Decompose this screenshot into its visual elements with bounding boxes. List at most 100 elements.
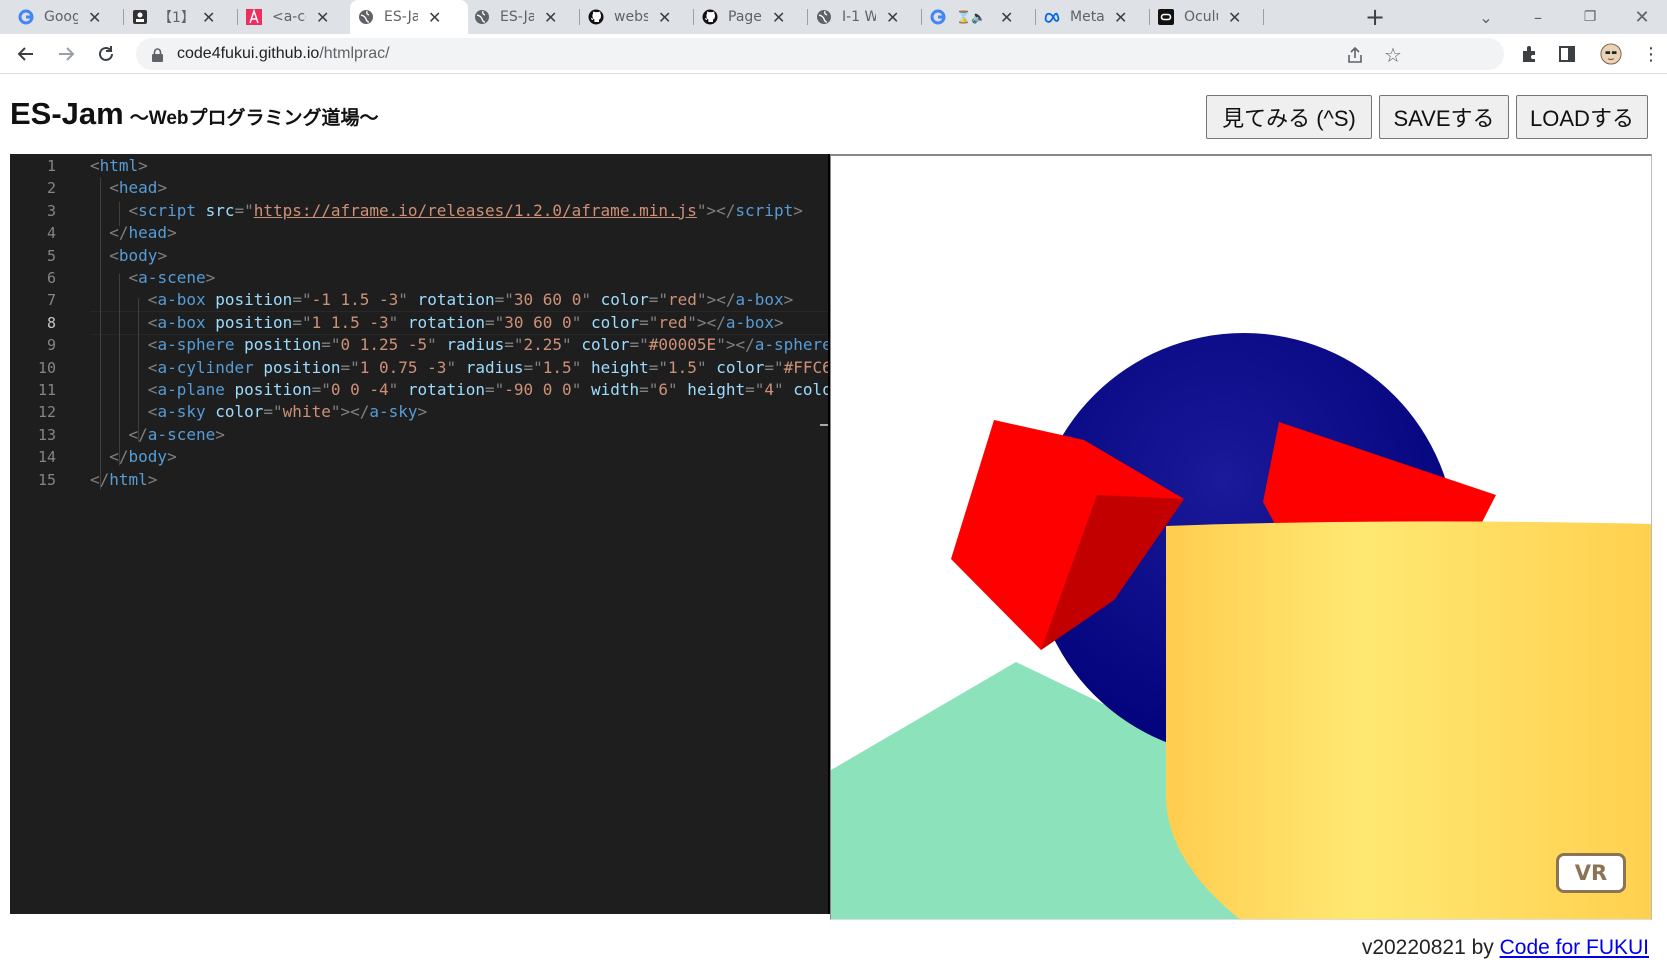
- close-tab-icon[interactable]: ✕: [886, 8, 899, 27]
- vr-scene-canvas[interactable]: [831, 156, 1652, 920]
- back-icon[interactable]: [12, 40, 40, 68]
- code-token: a-sphere: [157, 335, 235, 355]
- code-line[interactable]: </html>: [90, 468, 157, 492]
- code-token: 2.25: [523, 335, 563, 355]
- code-line[interactable]: <head>: [90, 176, 167, 200]
- close-tab-icon[interactable]: ✕: [544, 8, 557, 27]
- code-token: 4: [764, 380, 775, 399]
- code-token: ": [668, 380, 678, 399]
- line-number-gutter: 1 2 3 4 5 6 7 8 9 10 11 12 13 14 15: [10, 154, 70, 914]
- side-panel-icon[interactable]: [1556, 43, 1578, 65]
- browser-tab[interactable]: Pages ✕: [694, 0, 808, 34]
- code-token: html: [109, 469, 148, 489]
- close-tab-icon[interactable]: ✕: [1000, 8, 1013, 27]
- save-button[interactable]: SAVEする: [1379, 95, 1509, 139]
- code-token: -1 1.5 -3: [311, 290, 399, 310]
- code-token: ": [581, 290, 591, 310]
- lock-icon[interactable]: [152, 47, 163, 66]
- code-line[interactable]: <a-cylinder position="1 0.75 -3" radius=…: [90, 356, 830, 380]
- code-line[interactable]: <a-sky color="white"></a-sky>: [90, 400, 427, 424]
- code-token: =": [340, 357, 360, 377]
- line-number: 4: [46, 224, 56, 243]
- code-token: a-cylinder: [157, 357, 254, 377]
- reload-icon[interactable]: [92, 40, 120, 68]
- url-text[interactable]: code4fukui.github.io/htmlprac/: [177, 45, 390, 63]
- code-token: 30 60 0: [513, 290, 582, 310]
- browser-tab[interactable]: ES-Jar ✕: [350, 0, 468, 34]
- code-token: <: [90, 380, 158, 399]
- footer-version: v20220821 by: [1361, 936, 1494, 959]
- close-tab-icon[interactable]: ✕: [772, 8, 785, 27]
- preview-button[interactable]: 見てみる (^S): [1206, 95, 1372, 139]
- code-line[interactable]: <a-plane position="0 0 -4" rotation="-90…: [90, 378, 830, 402]
- code-line[interactable]: </a-scene>: [90, 423, 225, 447]
- code-line[interactable]: <html>: [90, 154, 148, 178]
- code-line[interactable]: <body>: [90, 244, 167, 268]
- code-token: 0 0 -4: [330, 380, 389, 399]
- code-line[interactable]: </head>: [90, 221, 177, 245]
- code-token: <: [90, 357, 158, 377]
- close-tab-icon[interactable]: ✕: [1114, 8, 1127, 27]
- code-token: >: [167, 447, 177, 467]
- forward-icon[interactable]: [52, 40, 80, 68]
- close-tab-icon[interactable]: ✕: [316, 8, 329, 27]
- scene-preview[interactable]: [830, 154, 1652, 920]
- code-token: body: [128, 447, 168, 467]
- code-for-fukui-link[interactable]: Code for FUKUI: [1500, 936, 1649, 959]
- code-line[interactable]: <a-sphere position="0 1.25 -5" radius="2…: [90, 333, 830, 357]
- code-token: =": [764, 357, 784, 377]
- browser-menu-icon[interactable]: ⋮: [1640, 43, 1662, 65]
- code-line[interactable]: </body>: [90, 445, 177, 469]
- browser-tab[interactable]: I-1 We ✕: [808, 0, 922, 34]
- load-button[interactable]: LOADする: [1516, 95, 1648, 139]
- browser-tab[interactable]: Oculu ✕: [1150, 0, 1264, 34]
- browser-tab[interactable]: ES-Jar ✕: [466, 0, 580, 34]
- close-tab-icon[interactable]: ✕: [202, 8, 215, 27]
- browser-tab[interactable]: Meta ✕: [1036, 0, 1150, 34]
- code-token: color: [706, 357, 765, 377]
- address-bar[interactable]: code4fukui.github.io/htmlprac/ ☆: [136, 38, 1504, 70]
- close-tab-icon[interactable]: ✕: [658, 8, 671, 27]
- tab-search-icon[interactable]: ⌄: [1460, 0, 1512, 34]
- code-line[interactable]: <a-box position="1 1.5 -3" rotation="30 …: [90, 311, 784, 335]
- browser-toolbar: code4fukui.github.io/htmlprac/ ☆ ⋮: [0, 34, 1667, 74]
- browser-tab[interactable]: Googl ✕: [10, 0, 124, 34]
- code-line[interactable]: <a-box position="-1 1.5 -3" rotation="30…: [90, 288, 793, 312]
- profile-avatar-icon[interactable]: [1600, 43, 1622, 65]
- oculus-icon: [1158, 9, 1174, 25]
- browser-tab[interactable]: ⌛🔈 ✕: [922, 0, 1036, 34]
- code-token: red: [668, 290, 697, 310]
- browser-tab[interactable]: <a-co ✕: [238, 0, 352, 34]
- minimize-icon[interactable]: –: [1512, 0, 1564, 34]
- browser-tab[interactable]: websit ✕: [580, 0, 694, 34]
- browser-tab-strip: Googl✕【1】3✕<a-co✕ES-Jar✕ES-Jar✕websit✕Pa…: [0, 0, 1667, 34]
- github-icon: [588, 9, 604, 25]
- close-tab-icon[interactable]: ✕: [1228, 8, 1241, 27]
- line-number: 1: [46, 157, 56, 175]
- code-token: position: [234, 335, 322, 355]
- code-token: >: [147, 469, 158, 489]
- code-editor[interactable]: 1 2 3 4 5 6 7 8 9 10 11 12 13 14 15 <html> <head> <scr…: [10, 154, 830, 914]
- browser-tab[interactable]: 【1】3 ✕: [124, 0, 238, 34]
- code-token: >: [157, 178, 168, 198]
- code-token: >: [167, 223, 177, 243]
- share-icon[interactable]: [1344, 44, 1366, 66]
- extensions-icon[interactable]: [1518, 43, 1540, 65]
- code-token: =": [648, 357, 669, 377]
- close-window-icon[interactable]: ✕: [1616, 0, 1667, 34]
- new-tab-button[interactable]: +: [1360, 0, 1390, 34]
- close-tab-icon[interactable]: ✕: [428, 8, 441, 27]
- code-line[interactable]: <script src="https://aframe.io/releases/…: [90, 199, 803, 223]
- footer: v20220821 by Code for FUKUI: [1362, 936, 1649, 960]
- audio-playing-icon[interactable]: ⌛🔈: [956, 10, 986, 24]
- bookmark-star-icon[interactable]: ☆: [1382, 43, 1404, 67]
- code-token: =": [484, 312, 505, 332]
- code-token: =": [234, 200, 254, 220]
- close-tab-icon[interactable]: ✕: [88, 8, 101, 27]
- code-line[interactable]: <a-scene>: [90, 266, 216, 290]
- maximize-icon[interactable]: ❐: [1564, 0, 1616, 34]
- vr-mode-button[interactable]: VR: [1556, 853, 1626, 893]
- code-token: =": [648, 290, 669, 310]
- tab-title: <a-co: [272, 9, 306, 25]
- tab-title: ES-Jar: [384, 9, 418, 25]
